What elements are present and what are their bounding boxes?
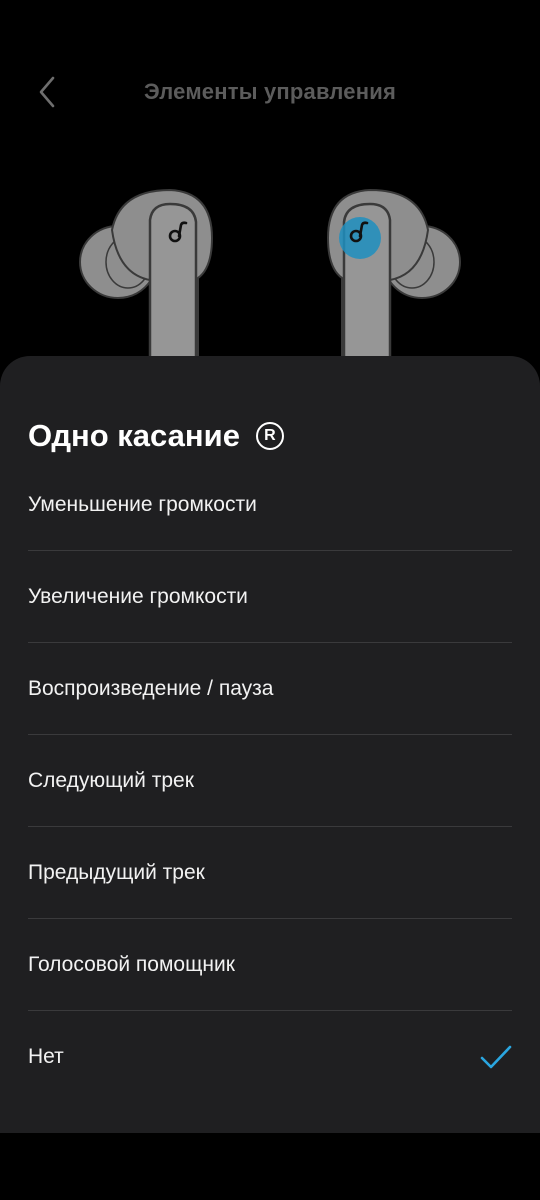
option-label: Уменьшение громкости bbox=[28, 493, 257, 516]
left-earbud bbox=[79, 188, 214, 370]
option-none[interactable]: Нет bbox=[28, 1011, 512, 1103]
option-play-pause[interactable]: Воспроизведение / пауза bbox=[28, 643, 512, 735]
checkmark-icon bbox=[480, 1045, 512, 1069]
action-options-list: Уменьшение громкости Увеличение громкост… bbox=[28, 459, 512, 1103]
option-voice-assistant[interactable]: Голосовой помощник bbox=[28, 919, 512, 1011]
right-earbud-badge-icon: R bbox=[255, 422, 284, 450]
option-label: Голосовой помощник bbox=[28, 953, 235, 976]
option-next-track[interactable]: Следующий трек bbox=[28, 735, 512, 827]
option-label: Воспроизведение / пауза bbox=[28, 677, 274, 700]
navigation-bar-area bbox=[0, 1133, 540, 1200]
option-label: Предыдущий трек bbox=[28, 861, 205, 884]
sheet-title: Одно касание bbox=[28, 418, 240, 453]
sheet-header: Одно касание R bbox=[28, 415, 284, 457]
earbuds-illustration bbox=[79, 188, 461, 370]
header: Элементы управления bbox=[0, 0, 540, 190]
option-label: Следующий трек bbox=[28, 769, 194, 792]
option-previous-track[interactable]: Предыдущий трек bbox=[28, 827, 512, 919]
option-volume-down[interactable]: Уменьшение громкости bbox=[28, 459, 512, 551]
option-label: Нет bbox=[28, 1045, 64, 1068]
option-label: Увеличение громкости bbox=[28, 585, 248, 608]
page-title: Элементы управления bbox=[143, 79, 396, 104]
option-volume-up[interactable]: Увеличение громкости bbox=[28, 551, 512, 643]
right-earbud bbox=[326, 188, 461, 370]
